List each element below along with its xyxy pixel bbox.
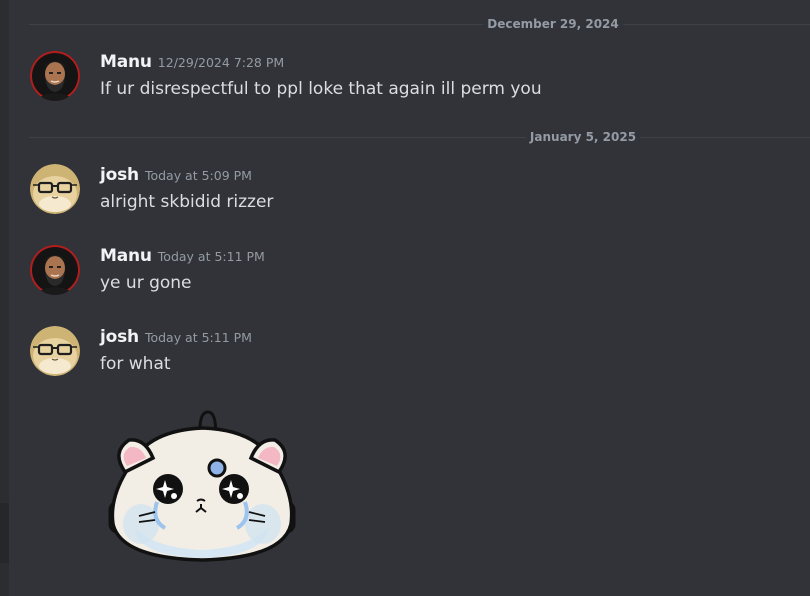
username[interactable]: josh: [100, 327, 139, 347]
sidebar-edge-shade: [0, 503, 9, 563]
user-avatar-josh[interactable]: [30, 164, 80, 214]
message-header: josh Today at 5:09 PM: [100, 165, 252, 185]
user-avatar-manu[interactable]: [30, 51, 80, 101]
message-header: Manu Today at 5:11 PM: [100, 246, 265, 266]
glasses-hamster-avatar-icon: [30, 164, 80, 214]
date-divider: December 29, 2024: [29, 16, 810, 32]
message-text: for what: [100, 354, 171, 374]
message-header: josh Today at 5:11 PM: [100, 327, 252, 347]
username[interactable]: Manu: [100, 52, 152, 72]
left-sidebar-edge: [0, 0, 9, 596]
username[interactable]: josh: [100, 165, 139, 185]
username[interactable]: Manu: [100, 246, 152, 266]
chat-window: December 29, 2024 Manu 12/29/2024 7:28 PM…: [0, 0, 810, 596]
message-text: alright skbidid rizzer: [100, 192, 274, 212]
date-divider: January 5, 2025: [29, 129, 810, 145]
crying-hamster-sticker-icon: [108, 410, 296, 562]
message-text: ye ur gone: [100, 273, 192, 293]
bearded-man-avatar-icon: [30, 245, 80, 295]
message-timestamp[interactable]: Today at 5:11 PM: [158, 249, 265, 264]
bearded-man-avatar-icon: [30, 51, 80, 101]
message-timestamp[interactable]: Today at 5:09 PM: [145, 168, 252, 183]
date-divider-label: December 29, 2024: [483, 16, 623, 32]
message-text: If ur disrespectful to ppl loke that aga…: [100, 79, 542, 99]
message-timestamp[interactable]: 12/29/2024 7:28 PM: [158, 55, 284, 70]
user-avatar-manu[interactable]: [30, 245, 80, 295]
message-timestamp[interactable]: Today at 5:11 PM: [145, 330, 252, 345]
date-divider-label: January 5, 2025: [525, 129, 641, 145]
message-header: Manu 12/29/2024 7:28 PM: [100, 52, 284, 72]
glasses-hamster-avatar-icon: [30, 326, 80, 376]
sticker[interactable]: [105, 408, 300, 568]
user-avatar-josh[interactable]: [30, 326, 80, 376]
